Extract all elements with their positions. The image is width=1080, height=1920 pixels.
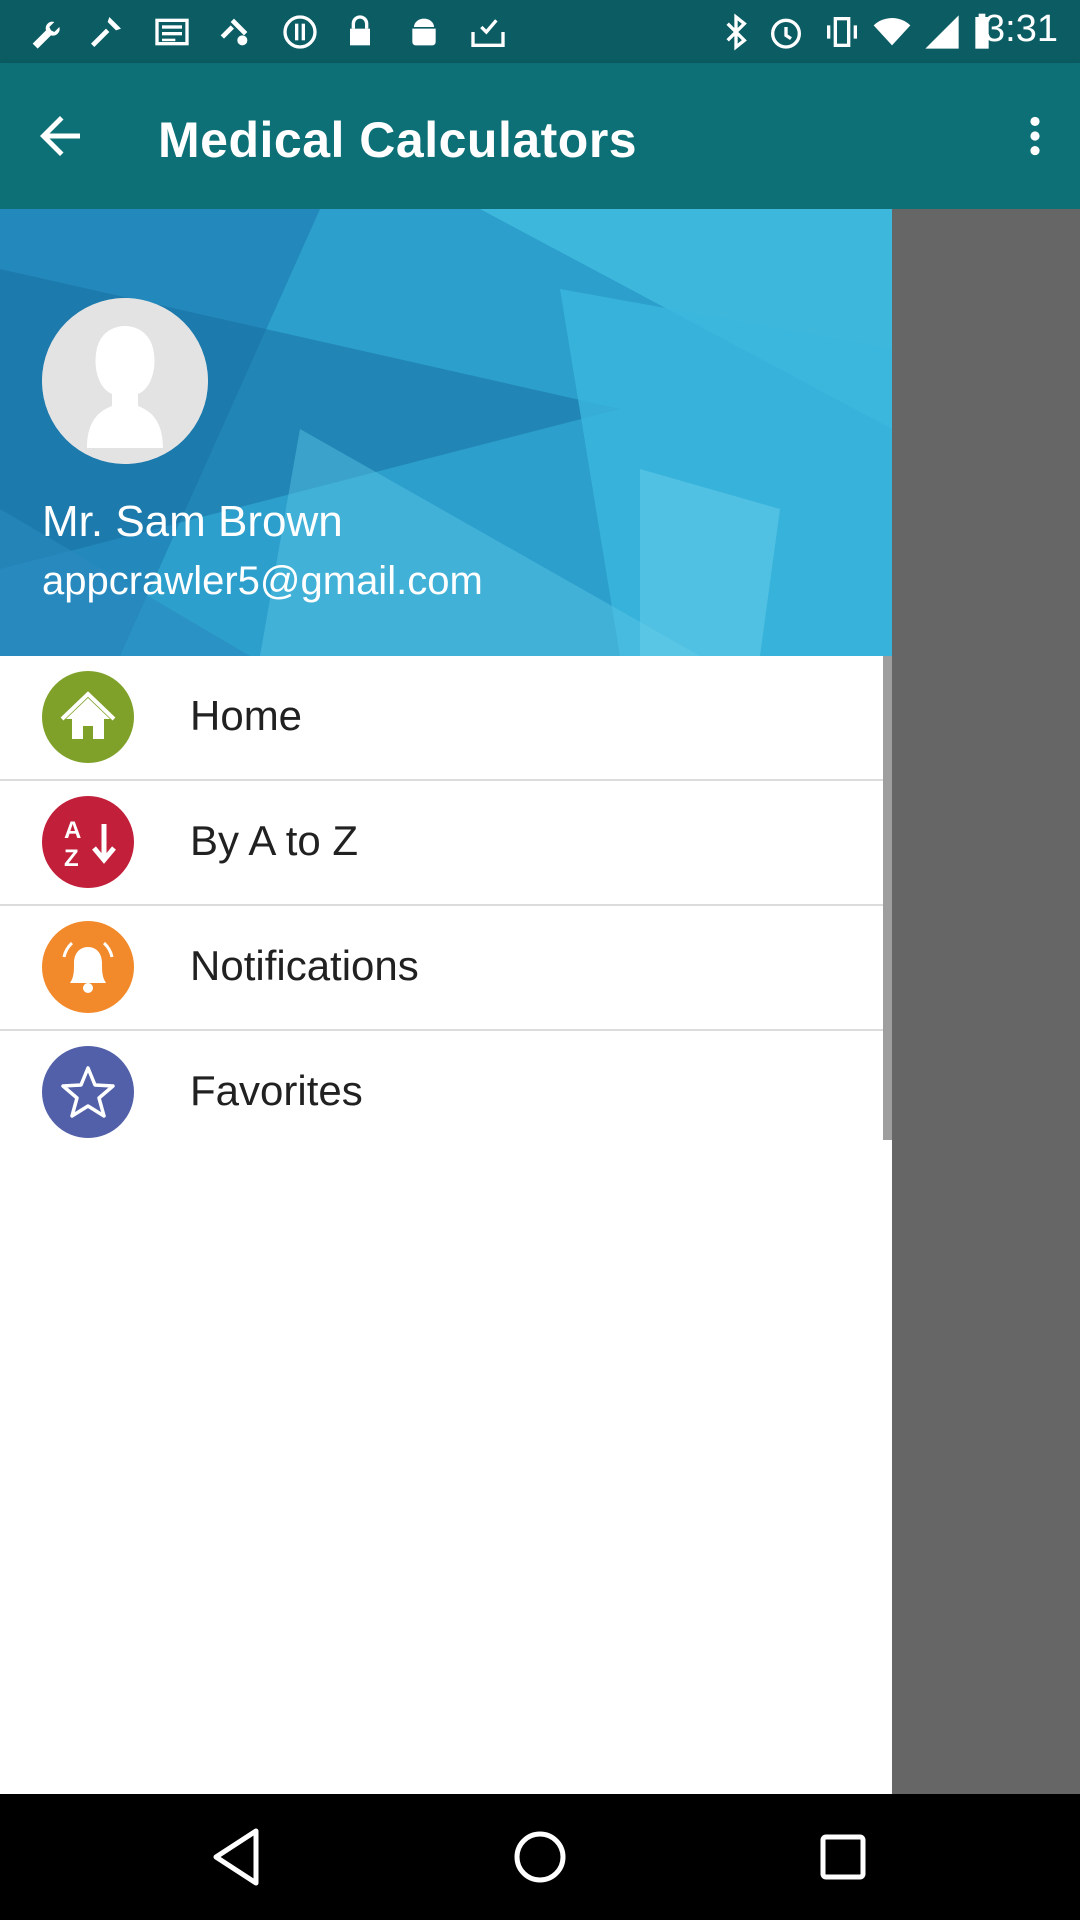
menu-item-home[interactable]: Home xyxy=(0,656,892,781)
drawer-header: Mr. Sam Brown appcrawler5@gmail.com xyxy=(0,209,892,656)
recents-square-icon[interactable] xyxy=(803,1817,883,1897)
signal-icon xyxy=(922,12,962,52)
news-icon xyxy=(152,12,192,52)
inbox-check-icon xyxy=(468,12,508,52)
back-triangle-icon[interactable] xyxy=(198,1817,278,1897)
drawer-scrim[interactable] xyxy=(892,209,1080,1794)
star-icon xyxy=(42,1046,134,1138)
wrench-icon xyxy=(26,12,66,52)
menu-item-label: Favorites xyxy=(190,1067,363,1114)
alarm-icon xyxy=(766,12,806,52)
avatar[interactable] xyxy=(42,298,208,464)
wifi-icon xyxy=(872,12,912,52)
svg-text:Z: Z xyxy=(64,845,79,872)
arrow-back-icon[interactable] xyxy=(30,106,90,166)
home-icon xyxy=(42,671,134,763)
drawer-scrollbar[interactable] xyxy=(883,656,892,1140)
app-bar: Medical Calculators xyxy=(0,63,1080,209)
circle-icon xyxy=(280,12,320,52)
lock-icon xyxy=(340,12,380,52)
user-email: appcrawler5@gmail.com xyxy=(42,559,483,603)
menu-item-label: By A to Z xyxy=(190,817,359,864)
status-bar: 3:31 xyxy=(0,0,1080,63)
menu-item-favorites[interactable]: Favorites xyxy=(0,1031,892,1154)
more-vert-icon[interactable] xyxy=(1010,106,1060,166)
user-name: Mr. Sam Brown xyxy=(42,497,343,546)
android-icon xyxy=(404,12,444,52)
sort-az-icon: AZ xyxy=(42,796,134,888)
system-nav-bar xyxy=(0,1794,1080,1920)
home-circle-icon[interactable] xyxy=(500,1817,580,1897)
status-time: 3:31 xyxy=(984,8,1058,50)
fake-gps-icon xyxy=(214,12,254,52)
menu-item-label: Home xyxy=(190,692,303,739)
vibrate-icon xyxy=(822,12,862,52)
menu-item-label: Notifications xyxy=(190,942,419,989)
bell-icon xyxy=(42,921,134,1013)
menu-item-a-to-z[interactable]: AZ By A to Z xyxy=(0,781,892,906)
menu-item-notifications[interactable]: Notifications xyxy=(0,906,892,1031)
tool-icon xyxy=(86,12,126,52)
navigation-drawer: Mr. Sam Brown appcrawler5@gmail.com Home… xyxy=(0,209,892,1794)
bluetooth-icon xyxy=(716,12,756,52)
page-title: Medical Calculators xyxy=(158,112,638,168)
svg-text:A: A xyxy=(64,817,81,844)
